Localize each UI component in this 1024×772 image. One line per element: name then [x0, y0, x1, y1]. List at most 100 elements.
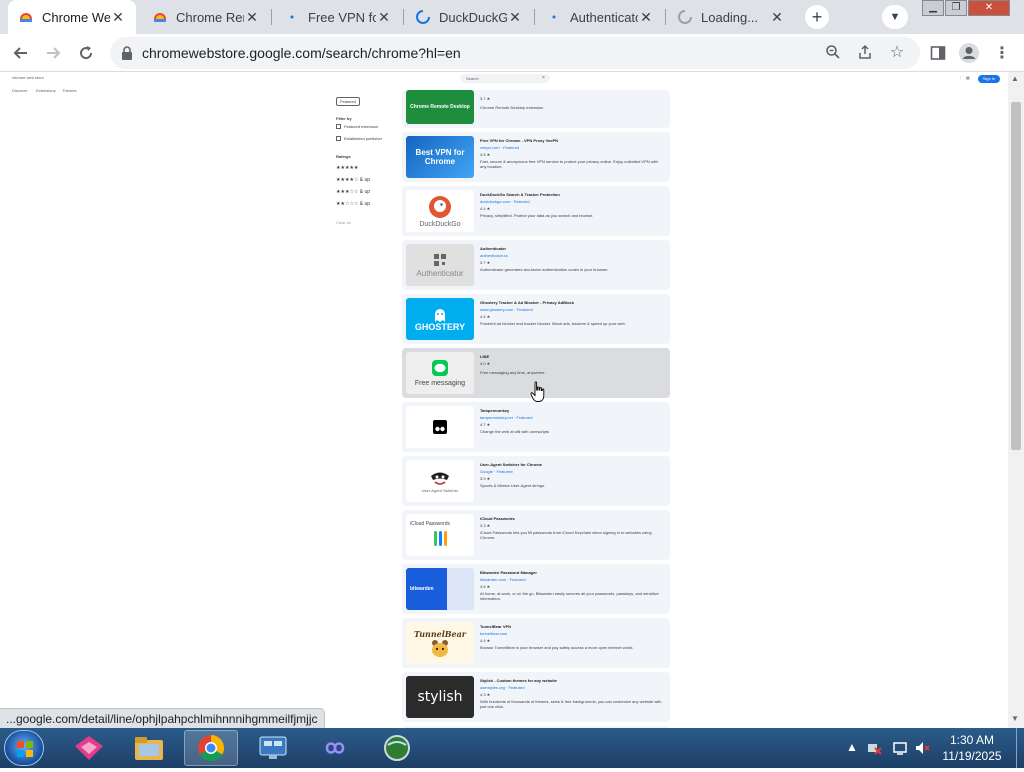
item-name[interactable]: LINE	[480, 354, 489, 359]
nav-extensions[interactable]: Extensions	[36, 88, 56, 93]
result-card-chrome-remote-desktop[interactable]: Chrome Remote Desktop 3.7 ★ Chrome Remot…	[402, 90, 670, 128]
item-name[interactable]: DuckDuckGo Search & Tracker Protection	[480, 192, 560, 197]
result-card-veepn[interactable]: Best VPN for Chrome Free VPN for Chrome …	[402, 132, 670, 182]
item-name[interactable]: TunnelBear VPN	[480, 624, 511, 629]
item-name[interactable]: iCloud Passwords	[480, 516, 515, 521]
item-publisher[interactable]: tampermonkey.net · Featured	[480, 415, 532, 420]
item-publisher[interactable]: Google · Featured	[480, 469, 512, 474]
nav-discover[interactable]: Discover	[12, 88, 28, 93]
bookmark-star-icon[interactable]: ☆	[888, 44, 906, 62]
item-name[interactable]: Authenticator	[480, 246, 506, 251]
window-close-button[interactable]: ✕	[968, 0, 1010, 16]
result-card-tunnelbear[interactable]: TunnelBear TunnelBear VPN tunnelbear.com…	[402, 618, 670, 668]
action-center-icon[interactable]	[892, 740, 908, 759]
minimize-button[interactable]: ▁	[922, 0, 944, 16]
item-description: Fast, secure & anonymous free VPN servic…	[480, 159, 658, 169]
taskbar-file-explorer[interactable]	[122, 730, 176, 766]
result-card-stylish[interactable]: stylish Stylish - Custom themes for any …	[402, 672, 670, 722]
item-publisher[interactable]: authenticator.cc	[480, 253, 508, 258]
clear-search-icon[interactable]: ×	[542, 75, 545, 81]
forward-button[interactable]	[40, 40, 66, 66]
rating-filter-2[interactable]: ★★☆☆☆ & up	[336, 201, 370, 207]
featured-filter-button[interactable]: Featured	[336, 97, 361, 106]
rating-filter-4[interactable]: ★★★★☆ & up	[336, 177, 370, 183]
clear-filters-link[interactable]: Clear all	[336, 220, 351, 225]
taskbar-chrome[interactable]	[184, 730, 238, 766]
item-publisher[interactable]: veepn.com · Featured	[480, 145, 519, 150]
rating-filter-3[interactable]: ★★★☆☆ & up	[336, 189, 370, 195]
item-name[interactable]: User-Agent Switcher for Chrome	[480, 462, 542, 467]
tab-close-icon[interactable]: ✕	[638, 9, 654, 26]
apps-grid-icon[interactable]: ▦	[966, 75, 970, 80]
taskbar-app-loop[interactable]	[308, 730, 362, 766]
system-clock[interactable]: 1:30 AM 11/19/2025	[932, 732, 1012, 764]
page-viewport: chrome web store Discover Extensions The…	[0, 72, 1008, 728]
sign-in-button[interactable]: Sign in	[978, 75, 1000, 83]
nav-themes[interactable]: Themes	[62, 88, 76, 93]
item-publisher[interactable]: duckduckgo.com · Featured	[480, 199, 530, 204]
new-tab-button[interactable]: +	[805, 5, 829, 29]
side-panel-button[interactable]	[925, 40, 951, 66]
tab-chrome-remote-desktop[interactable]: Chrome Remote Desktop ✕	[142, 0, 270, 34]
start-button[interactable]	[4, 730, 44, 766]
taskbar-app-pink[interactable]	[62, 730, 116, 766]
item-rating: 4.0 ★	[480, 361, 491, 366]
more-vertical-icon[interactable]: ⋮	[958, 75, 962, 80]
item-name[interactable]: Ghostery Tracker & Ad Blocker - Privacy …	[480, 300, 574, 305]
show-hidden-icons[interactable]: ▲	[846, 740, 858, 754]
taskbar-control-panel[interactable]	[246, 730, 300, 766]
address-bar[interactable]: chromewebstore.google.com/search/chrome?…	[110, 37, 920, 69]
filter-featured-checkbox[interactable]: Featured extension	[336, 124, 378, 130]
tab-close-icon[interactable]: ✕	[244, 9, 260, 26]
share-icon[interactable]	[856, 44, 874, 62]
item-publisher[interactable]: userstyles.org · Featured	[480, 685, 524, 690]
tab-close-icon[interactable]: ✕	[110, 9, 126, 26]
tab-close-icon[interactable]: ✕	[507, 9, 523, 26]
kebab-menu-button[interactable]: ⋮	[989, 40, 1015, 66]
tab-loading[interactable]: Loading... ✕	[667, 0, 795, 34]
tab-chrome-web-store[interactable]: Chrome Web Store ✕	[8, 0, 136, 34]
tab-search-button[interactable]: ▼	[882, 5, 908, 29]
reload-button[interactable]	[73, 40, 99, 66]
page-scrollbar[interactable]: ▲ ▼	[1008, 72, 1024, 728]
tab-authenticator[interactable]: Authenticator ✕	[536, 0, 664, 34]
item-publisher[interactable]: bitwarden.com · Featured	[480, 577, 526, 582]
result-card-user-agent-switcher[interactable]: User-Agent Switcher User-Agent Switcher …	[402, 456, 670, 506]
scroll-up-icon[interactable]: ▲	[1011, 74, 1019, 83]
filter-established-checkbox[interactable]: Established publisher	[336, 136, 382, 142]
result-card-bitwarden[interactable]: bitwarden Bitwarden Password Manager bit…	[402, 564, 670, 614]
tab-duckduckgo[interactable]: DuckDuckGo Privacy ✕	[405, 0, 533, 34]
scroll-down-icon[interactable]: ▼	[1011, 714, 1019, 723]
result-card-ghostery[interactable]: GHOSTERY Ghostery Tracker & Ad Blocker -…	[402, 294, 670, 344]
tab-close-icon[interactable]: ✕	[769, 9, 785, 26]
item-publisher[interactable]: tunnelbear.com	[480, 631, 507, 636]
rating-filter-5[interactable]: ★★★★★	[336, 165, 358, 171]
store-brand[interactable]: chrome web store	[12, 75, 44, 80]
item-name[interactable]: Stylish - Custom themes for any website	[480, 678, 557, 683]
item-name[interactable]: Bitwarden Password Manager	[480, 570, 537, 575]
tab-close-icon[interactable]: ✕	[376, 9, 392, 26]
zoom-icon[interactable]	[824, 44, 842, 62]
tab-free-vpn[interactable]: Free VPN for Chrome ✕	[274, 0, 402, 34]
item-publisher[interactable]: www.ghostery.com · Featured	[480, 307, 533, 312]
scrollbar-thumb[interactable]	[1011, 102, 1021, 450]
chrome-web-store-icon	[152, 9, 168, 25]
item-description: Authenticator generates two-factor authe…	[480, 267, 609, 272]
back-button[interactable]	[8, 40, 34, 66]
result-card-icloud-passwords[interactable]: iCloud Passwords iCloud Passwords 3.3 ★ …	[402, 510, 670, 560]
result-card-duckduckgo[interactable]: DuckDuckGo DuckDuckGo Search & Tracker P…	[402, 186, 670, 236]
taskbar-app-globe[interactable]	[370, 730, 424, 766]
network-error-icon[interactable]	[866, 740, 882, 759]
volume-muted-icon[interactable]	[914, 740, 930, 759]
item-rating: 3.9 ★	[480, 476, 491, 481]
store-search-input[interactable]: Search ×	[460, 74, 550, 83]
result-card-tampermonkey[interactable]: Tampermonkey tampermonkey.net · Featured…	[402, 402, 670, 452]
profile-button[interactable]	[956, 40, 982, 66]
result-card-authenticator[interactable]: Authenticator Authenticator authenticato…	[402, 240, 670, 290]
item-rating: 4.3 ★	[480, 692, 491, 697]
tab-title: DuckDuckGo Privacy	[439, 9, 507, 25]
item-name[interactable]: Free VPN for Chrome - VPN Proxy VeePN	[480, 138, 558, 143]
maximize-button[interactable]: ❐	[945, 0, 967, 16]
item-name[interactable]: Tampermonkey	[480, 408, 509, 413]
show-desktop-button[interactable]	[1016, 728, 1024, 768]
